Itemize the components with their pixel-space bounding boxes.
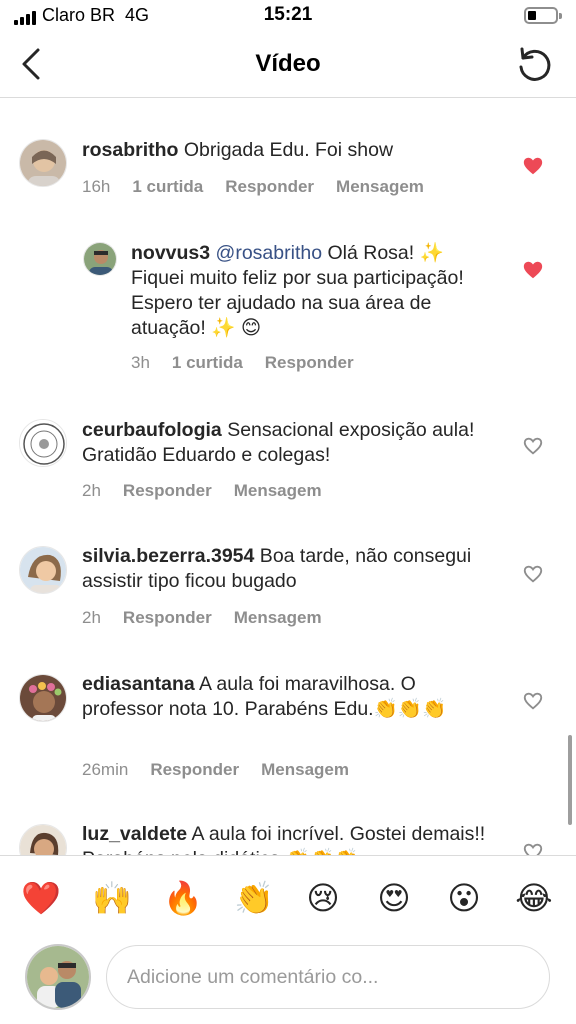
comment-text: ediasantana A aula foi maravilhosa. O pr…	[82, 672, 492, 722]
comment-username[interactable]: silvia.bezerra.3954	[82, 545, 254, 567]
reply-button[interactable]: Responder	[265, 353, 354, 372]
refresh-button[interactable]	[514, 45, 554, 85]
avatar[interactable]	[83, 242, 117, 276]
battery-icon	[524, 7, 562, 24]
emoji-clap-button[interactable]: 👏	[234, 878, 274, 918]
likes-count[interactable]: 1 curtida	[172, 353, 243, 372]
comment-time: 26min	[82, 760, 129, 779]
comment-meta: 2h Responder Mensagem	[82, 481, 344, 501]
comment-text: luz_valdete A aula foi incrível. Gostei …	[82, 822, 492, 855]
comment-text: novvus3 @rosabritho Olá Rosa! ✨ Fiquei m…	[131, 241, 491, 341]
heart-outline-icon[interactable]	[522, 690, 544, 712]
message-button[interactable]: Mensagem	[336, 177, 424, 196]
comment-message: Obrigada Edu. Foi show	[178, 139, 394, 161]
heart-outline-icon[interactable]	[522, 563, 544, 585]
comment-meta: 3h 1 curtida Responder	[131, 353, 376, 373]
reply-button[interactable]: Responder	[123, 481, 212, 500]
reply-button[interactable]: Responder	[225, 177, 314, 196]
comment-text: rosabritho Obrigada Edu. Foi show	[82, 138, 502, 163]
comment-text: silvia.bezerra.3954 Boa tarde, não conse…	[82, 544, 502, 594]
comment-input[interactable]	[106, 945, 550, 1009]
comment-item: ceurbaufologia Sensacional exposição aul…	[0, 399, 576, 509]
comment-item: silvia.bezerra.3954 Boa tarde, não conse…	[0, 527, 576, 637]
comments-list[interactable]: rosabritho Obrigada Edu. Foi show 16h 1 c…	[0, 99, 576, 855]
heart-filled-icon[interactable]	[522, 155, 544, 177]
refresh-icon	[519, 47, 551, 81]
avatar[interactable]	[19, 824, 67, 855]
comment-item: ediasantana A aula foi maravilhosa. O pr…	[0, 655, 576, 795]
comment-time: 3h	[131, 353, 150, 372]
avatar[interactable]	[19, 546, 67, 594]
comment-meta: 26min Responder Mensagem	[82, 760, 371, 780]
reply-button[interactable]: Responder	[123, 608, 212, 627]
message-button[interactable]: Mensagem	[234, 481, 322, 500]
comment-username[interactable]: ceurbaufologia	[82, 419, 222, 441]
comment-text: ceurbaufologia Sensacional exposição aul…	[82, 418, 502, 468]
page-title: Vídeo	[255, 50, 321, 77]
comment-username[interactable]: ediasantana	[82, 673, 195, 695]
comment-meta: 2h Responder Mensagem	[82, 608, 344, 628]
reply-item: novvus3 @rosabritho Olá Rosa! ✨ Fiquei m…	[0, 219, 576, 379]
heart-outline-icon[interactable]	[522, 841, 544, 855]
emoji-quick-bar: ❤️ 🙌 🔥 👏 😢 😍 😮 😂	[0, 855, 576, 937]
likes-count[interactable]: 1 curtida	[132, 177, 203, 196]
emoji-heart-button[interactable]: ❤️	[21, 878, 61, 918]
comment-item: luz_valdete A aula foi incrível. Gostei …	[0, 813, 576, 855]
emoji-laughing-button[interactable]: 😂	[514, 878, 554, 918]
avatar[interactable]	[19, 139, 67, 187]
reply-button[interactable]: Responder	[150, 760, 239, 779]
scrollbar[interactable]	[568, 735, 572, 825]
emoji-fire-button[interactable]: 🔥	[163, 878, 203, 918]
emoji-crying-button[interactable]: 😢	[303, 878, 343, 918]
comment-meta: 16h 1 curtida Responder Mensagem	[82, 177, 446, 197]
emoji-surprised-button[interactable]: 😮	[444, 878, 484, 918]
comment-username[interactable]: novvus3	[131, 242, 210, 264]
message-button[interactable]: Mensagem	[261, 760, 349, 779]
user-avatar	[25, 944, 91, 1010]
comment-time: 16h	[82, 177, 111, 196]
heart-filled-icon[interactable]	[522, 259, 544, 281]
status-time: 15:21	[263, 4, 313, 25]
heart-outline-icon[interactable]	[522, 435, 544, 457]
comment-username[interactable]: luz_valdete	[82, 823, 187, 845]
comment-time: 2h	[82, 481, 101, 500]
mention-link[interactable]: @rosabritho	[216, 242, 323, 264]
avatar[interactable]	[19, 419, 67, 467]
status-bar: Claro BR 4G 15:21	[0, 0, 576, 34]
emoji-raised-hands-button[interactable]: 🙌	[92, 878, 132, 918]
comment-item: rosabritho Obrigada Edu. Foi show 16h 1 c…	[0, 99, 576, 209]
message-button[interactable]: Mensagem	[234, 608, 322, 627]
emoji-heart-eyes-button[interactable]: 😍	[374, 878, 414, 918]
comment-username[interactable]: rosabritho	[82, 139, 178, 161]
avatar[interactable]	[19, 674, 67, 722]
comment-time: 2h	[82, 608, 101, 627]
nav-bar: Vídeo	[0, 34, 576, 98]
